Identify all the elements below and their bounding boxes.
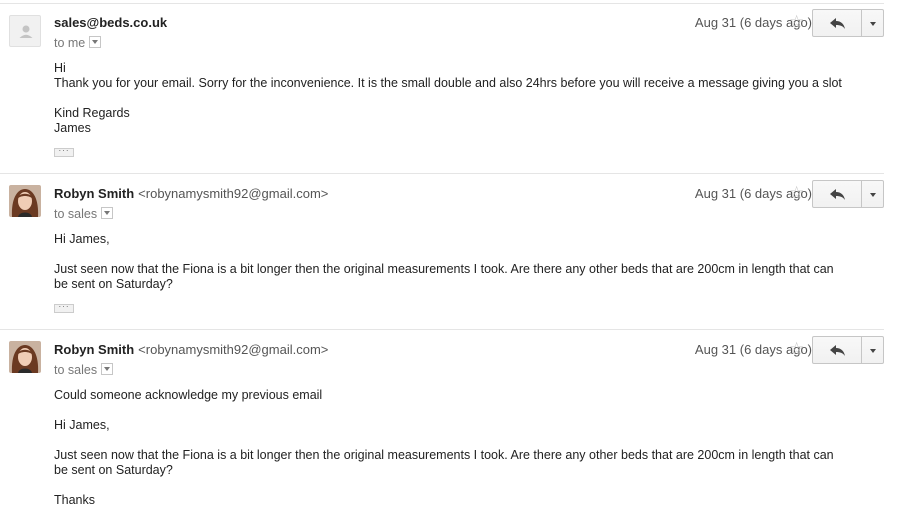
ellipsis-icon: ··· — [58, 146, 70, 155]
more-actions-button[interactable] — [861, 9, 884, 37]
reply-icon — [830, 345, 845, 356]
profile-photo — [9, 185, 41, 217]
star-icon[interactable]: ☆ — [789, 184, 804, 201]
message-body-line: be sent on Saturday? — [54, 277, 173, 291]
reply-icon — [830, 18, 845, 29]
message-body-line: James — [54, 121, 91, 135]
sender-email: <robynamysmith92@gmail.com> — [138, 342, 329, 357]
details-dropdown[interactable] — [101, 363, 114, 375]
star-icon[interactable]: ☆ — [789, 340, 804, 357]
recipient-text: to sales — [54, 363, 98, 377]
message-body-line: Just seen now that the Fiona is a bit lo… — [54, 262, 834, 276]
more-actions-button[interactable] — [861, 336, 884, 364]
message-divider — [0, 173, 884, 174]
message-body-line: Thank you for your email. Sorry for the … — [54, 76, 842, 90]
message-divider — [0, 3, 884, 4]
sender-name[interactable]: sales@beds.co.uk — [54, 15, 167, 30]
sender-email: <robynamysmith92@gmail.com> — [138, 186, 329, 201]
reply-button[interactable] — [812, 180, 862, 208]
message-body-line: Hi James, — [54, 232, 110, 246]
message-body-line: Thanks — [54, 493, 95, 507]
sender-avatar[interactable] — [9, 185, 41, 217]
message-body-line: Kind Regards — [54, 106, 130, 120]
reply-icon — [830, 189, 845, 200]
message-body-line: Hi James, — [54, 418, 110, 432]
message-body-line: Just seen now that the Fiona is a bit lo… — [54, 448, 834, 462]
sender-avatar[interactable] — [9, 15, 41, 47]
star-icon[interactable]: ☆ — [789, 13, 804, 30]
details-dropdown[interactable] — [89, 36, 102, 48]
sender-name[interactable]: Robyn Smith <robynamysmith92@gmail.com> — [54, 186, 328, 201]
message-body-line: Could someone acknowledge my previous em… — [54, 388, 323, 402]
reply-button[interactable] — [812, 336, 862, 364]
message-body-line: Hi — [54, 61, 66, 75]
sender-avatar[interactable] — [9, 341, 41, 373]
reply-button[interactable] — [812, 9, 862, 37]
message-body-line: be sent on Saturday? — [54, 463, 173, 477]
recipient-text: to me — [54, 36, 86, 50]
more-actions-button[interactable] — [861, 180, 884, 208]
recipient-line: to me — [54, 36, 102, 50]
sender-name[interactable]: Robyn Smith <robynamysmith92@gmail.com> — [54, 342, 328, 357]
ellipsis-icon: ··· — [58, 302, 70, 311]
show-trimmed-content-button[interactable]: ··· — [54, 302, 74, 313]
recipient-line: to sales — [54, 207, 114, 221]
recipient-text: to sales — [54, 207, 98, 221]
details-dropdown[interactable] — [101, 207, 114, 219]
show-trimmed-content-button[interactable]: ··· — [54, 146, 74, 157]
recipient-line: to sales — [54, 363, 114, 377]
message-divider — [0, 329, 884, 330]
profile-photo — [9, 341, 41, 373]
default-avatar-icon — [19, 25, 33, 38]
